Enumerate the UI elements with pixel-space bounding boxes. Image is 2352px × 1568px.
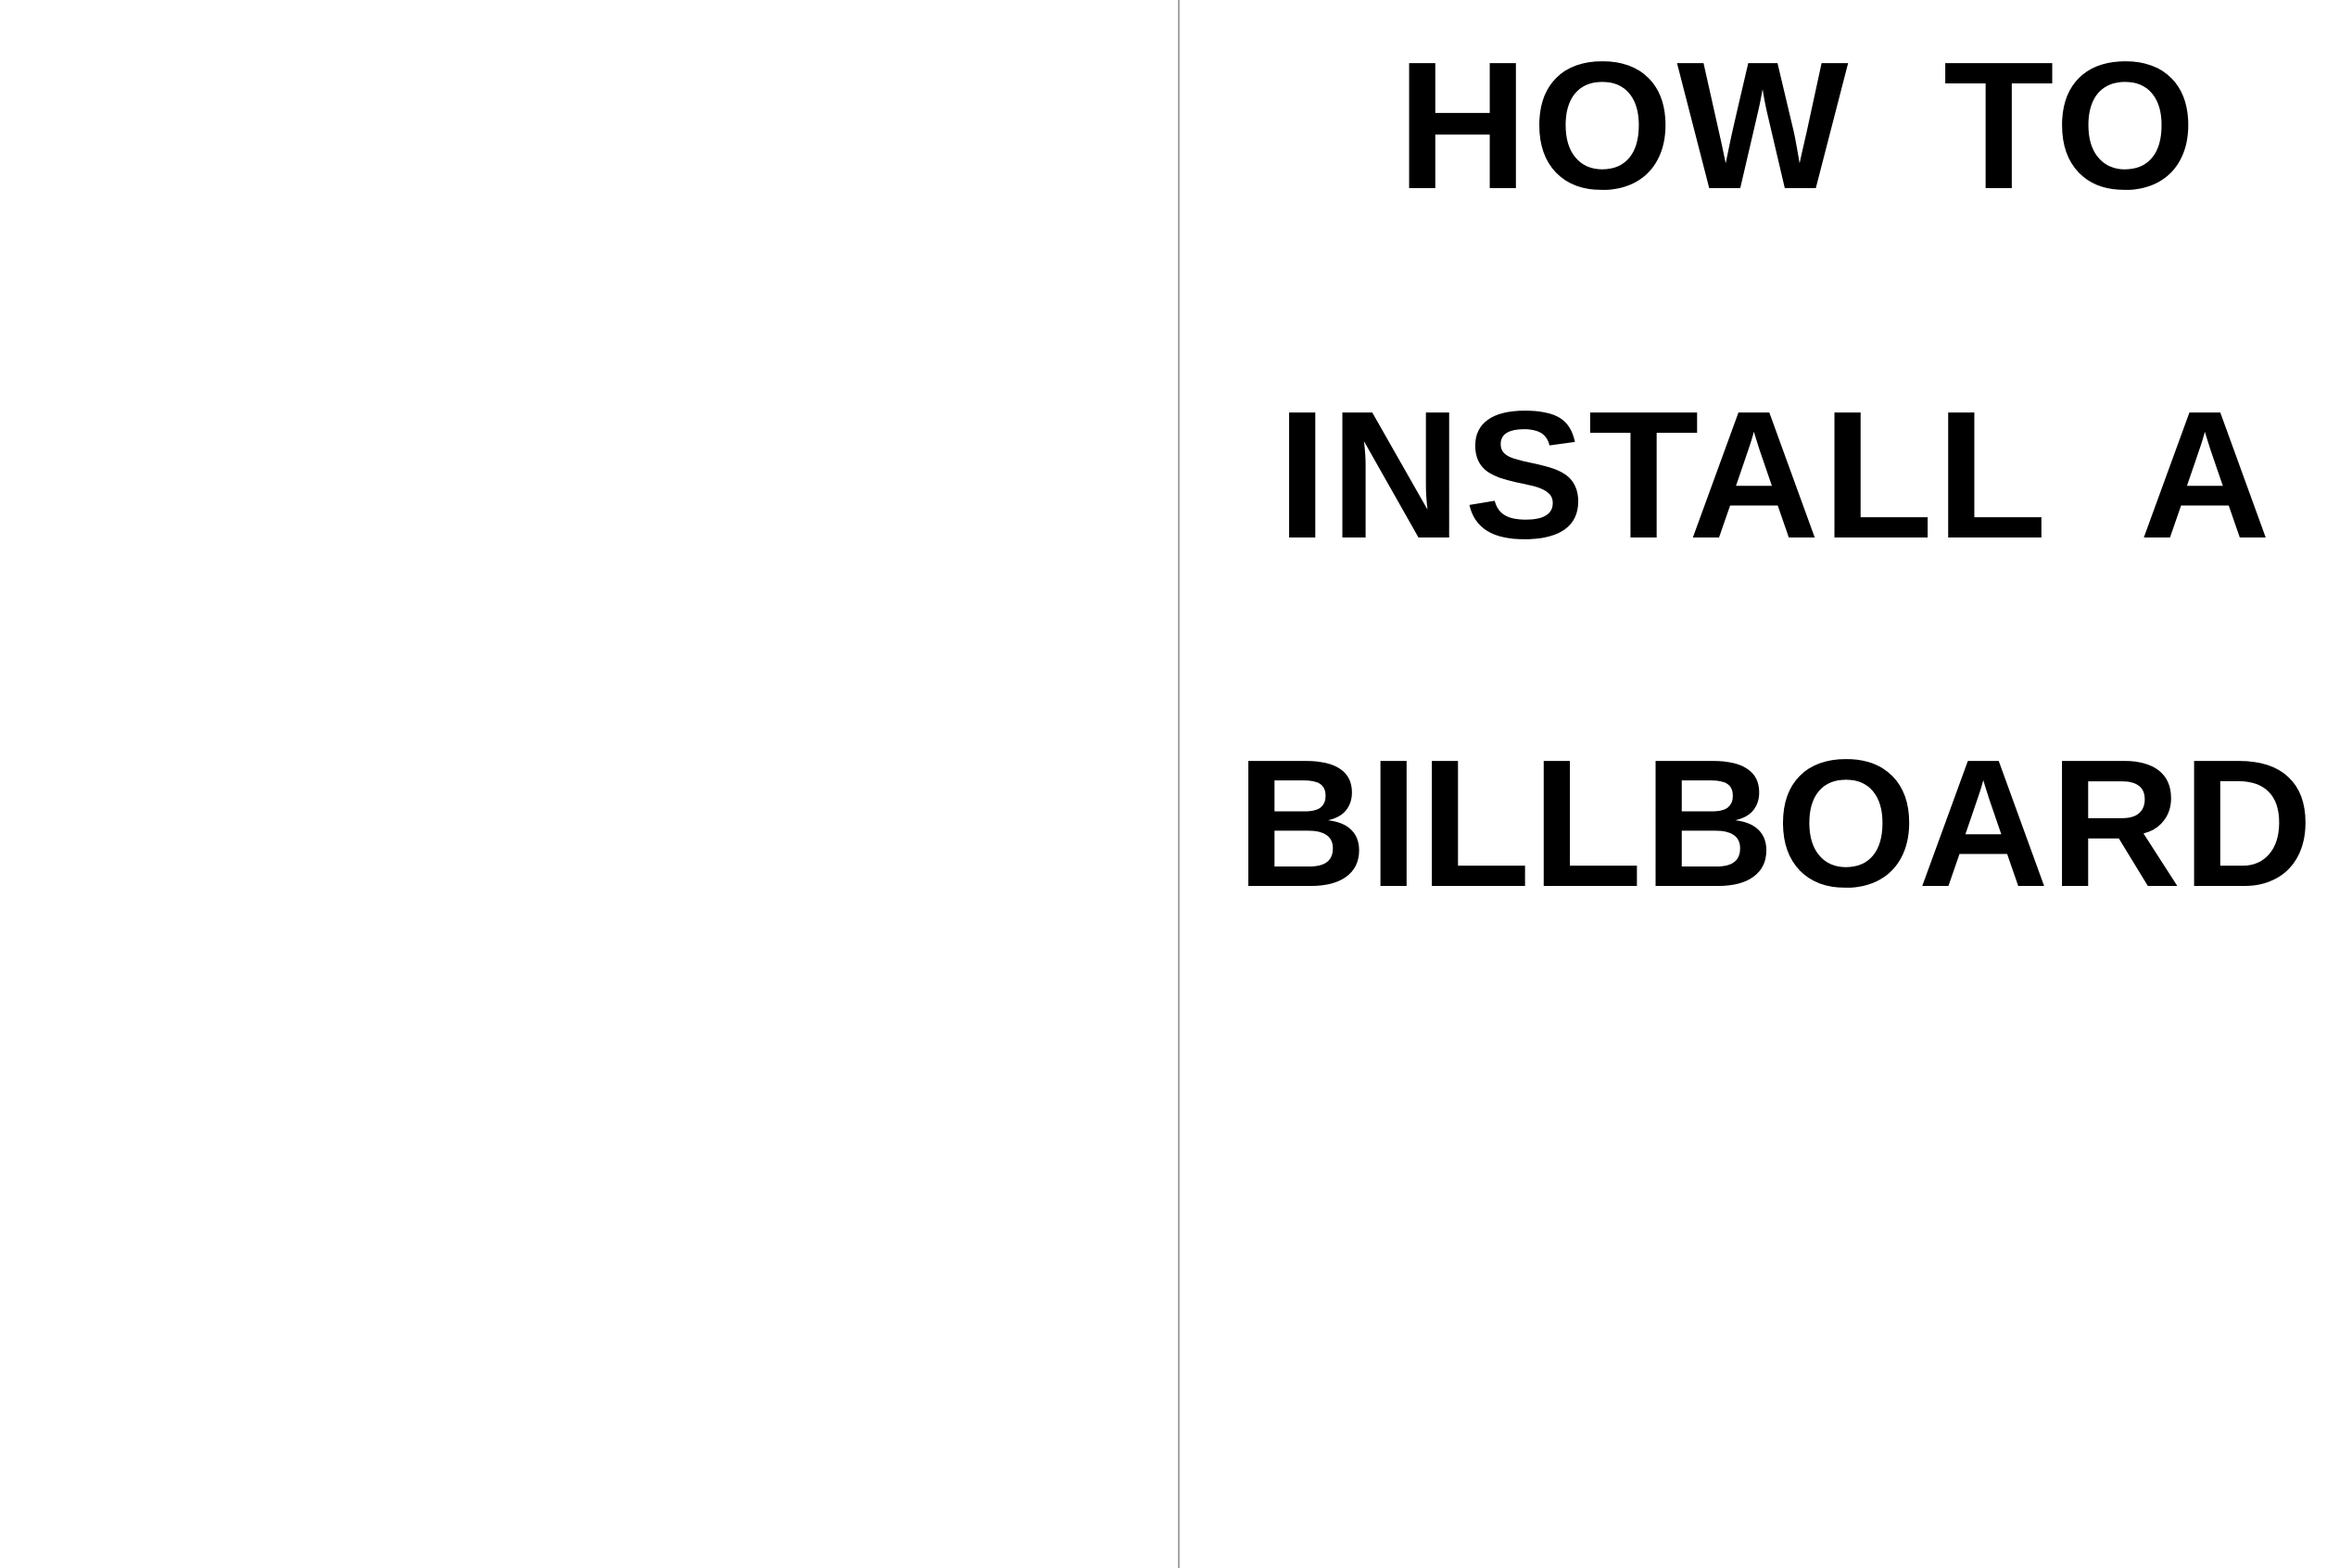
title-line-3: BILLBOARD	[1235, 722, 2315, 925]
title-line-2: INSTALL A	[1276, 373, 2274, 576]
title-line-1: HOW TO	[1397, 24, 2200, 227]
left-page	[0, 0, 1177, 1564]
right-page: HOW TO INSTALL A BILLBOARD	[1180, 0, 2352, 1564]
